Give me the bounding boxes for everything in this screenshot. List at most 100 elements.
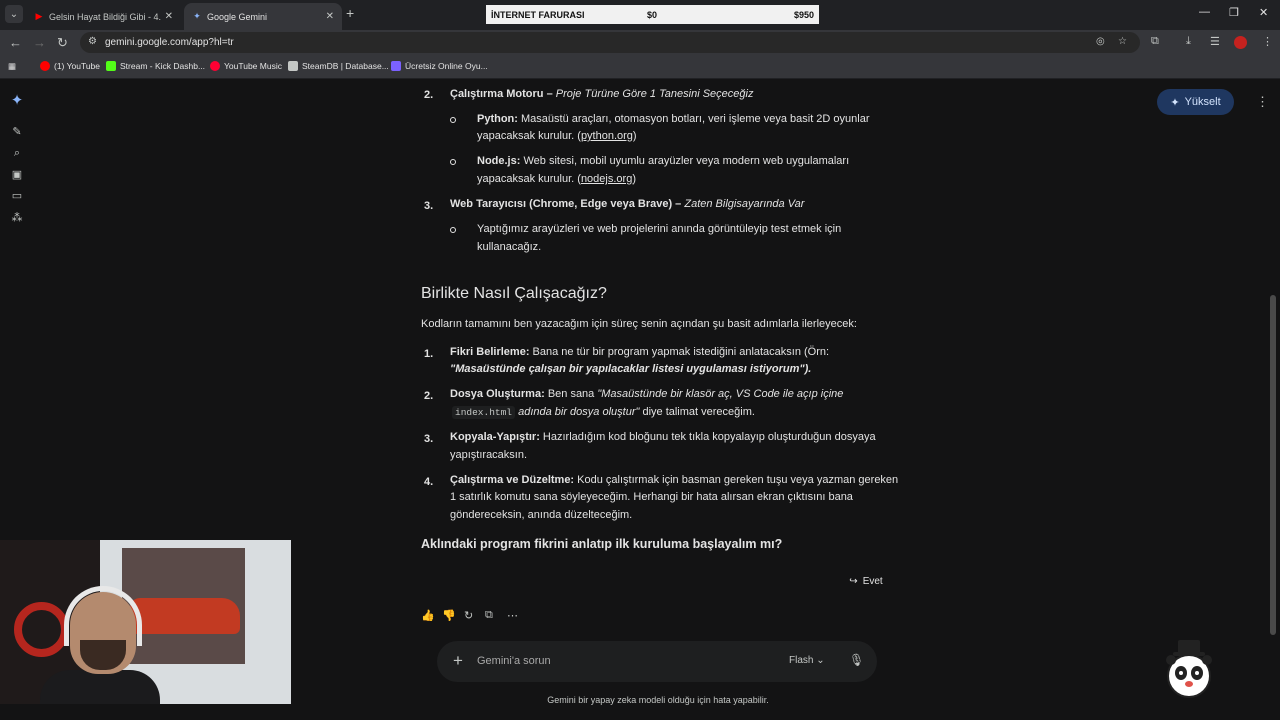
nodejs-link[interactable]: nodejs.org bbox=[581, 173, 632, 185]
list-number: 2. bbox=[424, 89, 434, 101]
reply-arrow-icon: ↪ bbox=[849, 575, 858, 587]
closing-question: Aklındaki program fikrini anlatıp ilk ku… bbox=[421, 537, 783, 551]
more-options-icon[interactable]: ⋮ bbox=[1256, 94, 1269, 110]
bookmark-label: Ücretsiz Online Oyu... bbox=[405, 61, 488, 71]
back-icon[interactable]: ← bbox=[9, 35, 22, 50]
python-link[interactable]: python.org bbox=[581, 130, 633, 142]
bullet bbox=[450, 117, 456, 123]
prompt-composer[interactable]: + Gemini'a sorun Flash ⌄ 🎙 bbox=[437, 641, 877, 682]
ad-banner: İNTERNET FARURASI $0 $950 bbox=[486, 5, 819, 24]
steamdb-icon bbox=[288, 61, 298, 71]
list-number: 3. bbox=[424, 200, 434, 212]
bookmark-online-games[interactable]: Ücretsiz Online Oyu... bbox=[391, 61, 488, 71]
browser-bullet-text: Yaptığımız arayüzleri ve web projelerini… bbox=[477, 223, 842, 235]
address-bar[interactable]: ⚙ gemini.google.com/app?hl=tr ◎ ☆ bbox=[80, 32, 1140, 53]
extensions-icon[interactable]: ⧉ bbox=[1151, 35, 1159, 48]
tab-gemini[interactable]: ✦ Google Gemini ✕ bbox=[184, 3, 342, 30]
step-number: 1. bbox=[424, 348, 434, 360]
browser-toolbar: ← → ↻ ⚙ gemini.google.com/app?hl=tr ◎ ☆ … bbox=[0, 30, 1280, 55]
intro-text: Kodların tamamını ben yazacağım için sür… bbox=[421, 318, 857, 330]
forward-icon[interactable]: → bbox=[33, 35, 46, 50]
bookmark-label: Stream - Kick Dashb... bbox=[120, 61, 206, 71]
webcam-overlay bbox=[0, 540, 291, 704]
inline-code: index.html bbox=[452, 406, 516, 419]
tab-strip: ⌄ ▶ Gelsin Hayat Bildiği Gibi - 4.8d ✕ ✦… bbox=[0, 0, 1280, 30]
step-number: 4. bbox=[424, 476, 434, 488]
section-heading: Birlikte Nasıl Çalışacağız? bbox=[421, 285, 607, 302]
download-icon[interactable]: ⤓ bbox=[1186, 35, 1191, 48]
red-car bbox=[130, 598, 240, 634]
regenerate-icon[interactable]: ↻ bbox=[464, 609, 473, 622]
panda-mascot-icon bbox=[1166, 640, 1212, 698]
tab-title: Google Gemini bbox=[207, 11, 268, 22]
tab-youtube[interactable]: ▶ Gelsin Hayat Bildiği Gibi - 4.8d ✕ bbox=[26, 3, 181, 30]
step-text-line3: göndereceksin, anında düzelteceğim. bbox=[450, 509, 633, 521]
bookmark-steamdb[interactable]: SteamDB | Database... bbox=[288, 61, 389, 71]
bookmark-kick[interactable]: Stream - Kick Dashb... bbox=[106, 61, 205, 71]
minimize-icon[interactable]: — bbox=[1199, 6, 1210, 18]
node-text-line2: yapacaksak kurulur. (nodejs.org) bbox=[477, 173, 636, 185]
step-text-line2: "Masaüstünde çalışan bir yapılacaklar li… bbox=[450, 363, 812, 375]
copy-icon[interactable]: ⧉ bbox=[485, 609, 493, 622]
reading-list-icon[interactable]: ☰ bbox=[1210, 35, 1220, 48]
thumbs-up-icon[interactable]: 👍 bbox=[421, 609, 435, 622]
tab-search-icon[interactable]: ⌄ bbox=[5, 5, 23, 23]
add-attachment-icon[interactable]: + bbox=[453, 651, 463, 671]
reply-suggestion-chip[interactable]: ↪ Evet bbox=[838, 570, 894, 592]
step-text-line2: yapıştıracaksın. bbox=[450, 449, 528, 461]
list-item-title: Web Tarayıcısı (Chrome, Edge veya Brave)… bbox=[450, 198, 805, 210]
step-text: Kopyala-Yapıştır: Hazırladığım kod bloğu… bbox=[450, 431, 876, 443]
sparkle-icon: ✦ bbox=[1170, 96, 1180, 109]
chevron-down-icon: ⌄ bbox=[816, 655, 825, 666]
apps-icon[interactable]: ▦ bbox=[8, 61, 16, 72]
bookmark-label: (1) YouTube bbox=[54, 61, 100, 71]
reply-label: Evet bbox=[862, 575, 883, 587]
close-window-icon[interactable]: ✕ bbox=[1259, 6, 1268, 19]
step-text: Dosya Oluşturma: Ben sana "Masaüstünde b… bbox=[450, 388, 844, 400]
step-text-line2: index.html adında bir dosya oluştur" diy… bbox=[452, 404, 755, 422]
kick-icon bbox=[106, 61, 116, 71]
menu-icon[interactable]: ⋮ bbox=[1262, 35, 1273, 48]
ad-max: $950 bbox=[794, 9, 815, 20]
node-text: Node.js: Web sitesi, mobil uyumlu arayüz… bbox=[477, 155, 850, 167]
reload-icon[interactable]: ↻ bbox=[57, 35, 68, 51]
upgrade-button[interactable]: ✦ Yükselt bbox=[1157, 89, 1234, 115]
bookmark-youtube-music[interactable]: YouTube Music bbox=[210, 61, 282, 71]
profile-avatar[interactable] bbox=[1234, 36, 1247, 49]
eye-off-icon[interactable]: ◎ bbox=[1096, 36, 1105, 47]
step-text: Fikri Belirleme: Bana ne tür bir program… bbox=[450, 346, 830, 358]
url-text: gemini.google.com/app?hl=tr bbox=[105, 37, 234, 48]
bullet bbox=[450, 159, 456, 165]
prompt-input[interactable]: Gemini'a sorun bbox=[477, 655, 551, 667]
thumbs-down-icon[interactable]: 👎 bbox=[442, 609, 456, 622]
model-selector[interactable]: Flash ⌄ bbox=[789, 655, 825, 666]
bookmark-label: YouTube Music bbox=[224, 61, 282, 71]
gemini-icon: ✦ bbox=[193, 11, 201, 21]
new-tab-icon[interactable]: + bbox=[346, 5, 354, 21]
bookmark-label: SteamDB | Database... bbox=[302, 61, 389, 71]
list-item-title: Çalıştırma Motoru – Proje Türüne Göre 1 … bbox=[450, 88, 754, 100]
star-icon[interactable]: ☆ bbox=[1118, 36, 1127, 47]
browser-bullet-text-line2: kullanacağız. bbox=[477, 241, 542, 253]
restore-icon[interactable]: ❐ bbox=[1229, 6, 1239, 19]
python-text-line2: yapacaksak kurulur. (python.org) bbox=[477, 130, 637, 142]
step-number: 2. bbox=[424, 390, 434, 402]
bookmark-youtube[interactable]: (1) YouTube bbox=[40, 61, 100, 71]
close-tab-icon[interactable]: ✕ bbox=[326, 11, 334, 22]
youtube-icon: ▶ bbox=[35, 11, 43, 21]
microphone-icon[interactable]: 🎙 bbox=[849, 653, 864, 667]
close-tab-icon[interactable]: ✕ bbox=[165, 11, 173, 22]
chair-logo bbox=[14, 602, 69, 657]
bullet bbox=[450, 227, 456, 233]
youtube-music-icon bbox=[210, 61, 220, 71]
more-actions-icon[interactable]: ⋯ bbox=[507, 609, 518, 622]
model-label: Flash bbox=[789, 655, 814, 666]
game-icon bbox=[391, 61, 401, 71]
step-number: 3. bbox=[424, 433, 434, 445]
tab-title: Gelsin Hayat Bildiği Gibi - 4.8d bbox=[49, 11, 161, 22]
ad-min: $0 bbox=[647, 9, 658, 20]
step-text: Çalıştırma ve Düzeltme: Kodu çalıştırmak… bbox=[450, 474, 899, 486]
site-info-icon[interactable]: ⚙ bbox=[88, 36, 97, 47]
python-text: Python: Masaüstü araçları, otomasyon bot… bbox=[477, 113, 870, 125]
scrollbar-thumb[interactable] bbox=[1270, 295, 1276, 635]
